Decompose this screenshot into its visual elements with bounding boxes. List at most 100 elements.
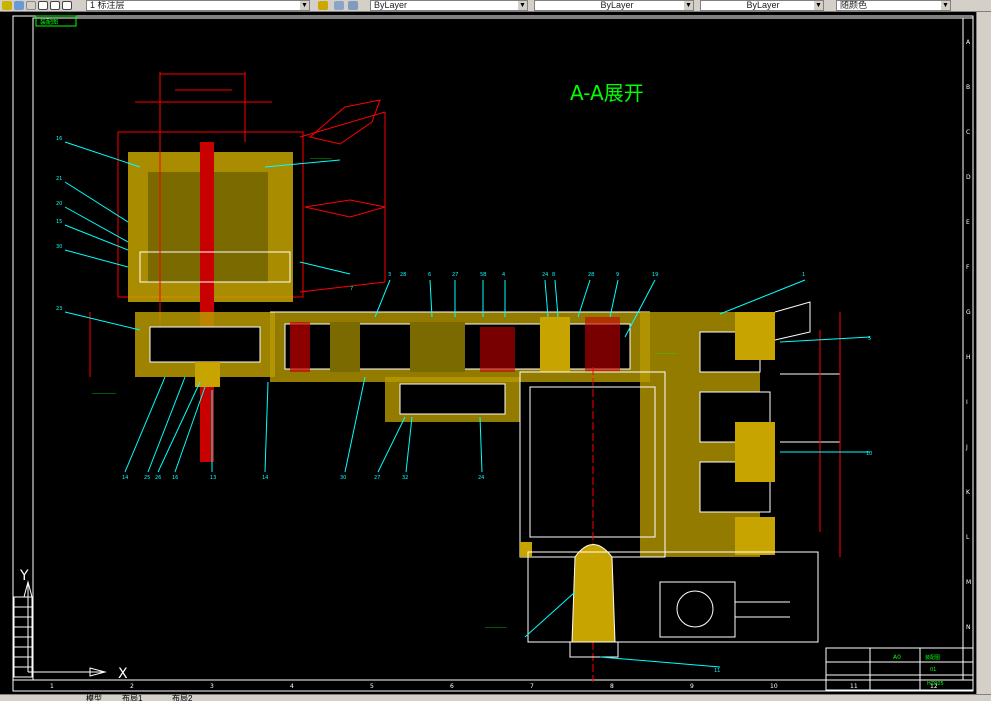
- layer-vis-icon[interactable]: [62, 1, 72, 10]
- border-number: 1: [50, 683, 54, 690]
- border-number: 6: [450, 683, 454, 690]
- linetype-dropdown[interactable]: ByLayer ▼: [534, 0, 694, 11]
- layer-dropdown[interactable]: 1 标注层 ▼: [86, 0, 310, 11]
- callout-top: 19: [652, 272, 658, 278]
- note-4: ─────────: [484, 625, 507, 630]
- tab-layout2[interactable]: 布局2: [172, 693, 192, 701]
- callout-bottom: 14: [262, 475, 268, 481]
- border-number: 5: [370, 683, 374, 690]
- callout-bottom: 30: [340, 475, 346, 481]
- tab-model[interactable]: 模型: [86, 693, 102, 701]
- layer-dropdown-value: 1 标注层: [90, 0, 125, 10]
- callout-right: 11: [714, 668, 720, 674]
- gear-4: [480, 327, 515, 372]
- border-number: 9: [690, 683, 694, 690]
- border-number: 4: [290, 683, 294, 690]
- border-letter: A: [966, 39, 971, 46]
- ucs-y-label: Y: [19, 568, 29, 584]
- border-number: 2: [130, 683, 134, 690]
- border-letter: D: [966, 174, 971, 181]
- layer-previous-icon[interactable]: [334, 1, 344, 10]
- callout-bottom: 25: [144, 475, 150, 481]
- gear-1: [290, 322, 310, 372]
- properties-toolbar: 1 标注层 ▼ ByLayer ▼ ByLayer ▼ ByLayer ▼ 随颜…: [0, 0, 991, 12]
- plotstyle-dropdown[interactable]: 随颜色 ▼: [836, 0, 951, 11]
- note-2: ──────────: [91, 391, 117, 396]
- title-block-label-d: HZ005: [927, 681, 944, 687]
- gear-2: [330, 322, 360, 372]
- border-letter: G: [966, 309, 971, 316]
- border-letter: L: [966, 534, 970, 541]
- border-letter: H: [966, 354, 971, 361]
- layer-state-icon[interactable]: [2, 1, 12, 10]
- callout-left: 20: [56, 201, 62, 207]
- border-letter: F: [966, 264, 970, 271]
- motor-line-2: [299, 281, 386, 293]
- gear-6: [585, 317, 620, 372]
- coupling-frame: [527, 551, 819, 643]
- top-left-label: 装配图: [40, 18, 58, 26]
- color-dropdown-value: ByLayer: [374, 0, 408, 10]
- border-letter: E: [966, 219, 970, 226]
- border-number: 7: [530, 683, 534, 690]
- chevron-down-icon[interactable]: ▼: [814, 1, 823, 10]
- callout-bottom: 14: [122, 475, 128, 481]
- lineweight-dropdown-value: ByLayer: [746, 0, 780, 10]
- note-1: ─────────: [309, 156, 332, 161]
- callout-bottom: 32: [402, 475, 408, 481]
- output-flange: [195, 362, 220, 387]
- jaw-1: [735, 312, 775, 360]
- layer-swatch-icon[interactable]: [50, 1, 60, 10]
- vertical-scrollbar[interactable]: [976, 12, 991, 694]
- layer-color-icon[interactable]: [38, 1, 48, 10]
- jaw-3: [735, 517, 775, 555]
- border-letter: B: [966, 84, 970, 91]
- ucs-x-label: X: [118, 666, 128, 682]
- coupling-body: [571, 544, 616, 643]
- layer-lock-icon[interactable]: [26, 1, 36, 10]
- title-block-label-c: 01: [930, 667, 936, 673]
- title-block-label-a: A0: [893, 654, 901, 661]
- bottom-border-numbers: 1 2 3 4 5 6 7 8 9 10 11 12: [50, 683, 938, 690]
- gear-5: [540, 317, 570, 372]
- callout-top: 1: [802, 272, 805, 278]
- border-letter: I: [966, 399, 968, 406]
- chevron-down-icon[interactable]: ▼: [518, 1, 527, 10]
- callout-bottom: 13: [210, 475, 216, 481]
- make-current-icon[interactable]: [318, 1, 328, 10]
- drawing-canvas[interactable]: 装配图 ABCDEFGHIJKLMN 1 2 3 4 5 6 7 8 9 10 11 12 A-A展开: [0, 12, 976, 694]
- lower-housing-cavity: [149, 326, 261, 363]
- ucs-icon: Y X: [19, 568, 128, 682]
- title-block: A0 装配图 01 HZ005: [825, 647, 974, 691]
- tab-layout1[interactable]: 布局1: [122, 693, 142, 701]
- callout-top: 28: [400, 272, 406, 278]
- chevron-down-icon[interactable]: ▼: [941, 1, 950, 10]
- border-letter: J: [965, 444, 968, 451]
- motor-shape-2: [304, 199, 386, 218]
- border-letter: M: [966, 579, 971, 586]
- lower-left-housing: [89, 312, 275, 387]
- border-number: 10: [770, 683, 778, 690]
- note-3: ─────────: [654, 351, 677, 356]
- chevron-down-icon[interactable]: ▼: [300, 1, 309, 10]
- match-layer-icon[interactable]: [348, 1, 358, 10]
- layout-tabs: 模型 布局1 布局2: [0, 694, 991, 701]
- callout-right: 10: [866, 451, 872, 457]
- chevron-down-icon[interactable]: ▼: [684, 1, 693, 10]
- arm-lower-cavity: [399, 383, 506, 415]
- border-letter: N: [966, 624, 971, 631]
- callout-top: 3: [388, 272, 391, 278]
- callout-bottom: 24: [478, 475, 484, 481]
- left-revision-rows: [14, 606, 32, 668]
- callout-left: 15: [56, 219, 62, 225]
- layer-freeze-icon[interactable]: [14, 1, 24, 10]
- finger-top: [774, 301, 811, 341]
- color-dropdown[interactable]: ByLayer ▼: [370, 0, 528, 11]
- callout-top: 5B: [480, 272, 487, 278]
- lineweight-dropdown[interactable]: ByLayer ▼: [700, 0, 824, 11]
- border-number: 11: [850, 683, 858, 690]
- callout-bottom: 27: [374, 475, 380, 481]
- callout-top: 24: [542, 272, 548, 278]
- jaw-2: [735, 422, 775, 482]
- callout-left: 23: [56, 306, 62, 312]
